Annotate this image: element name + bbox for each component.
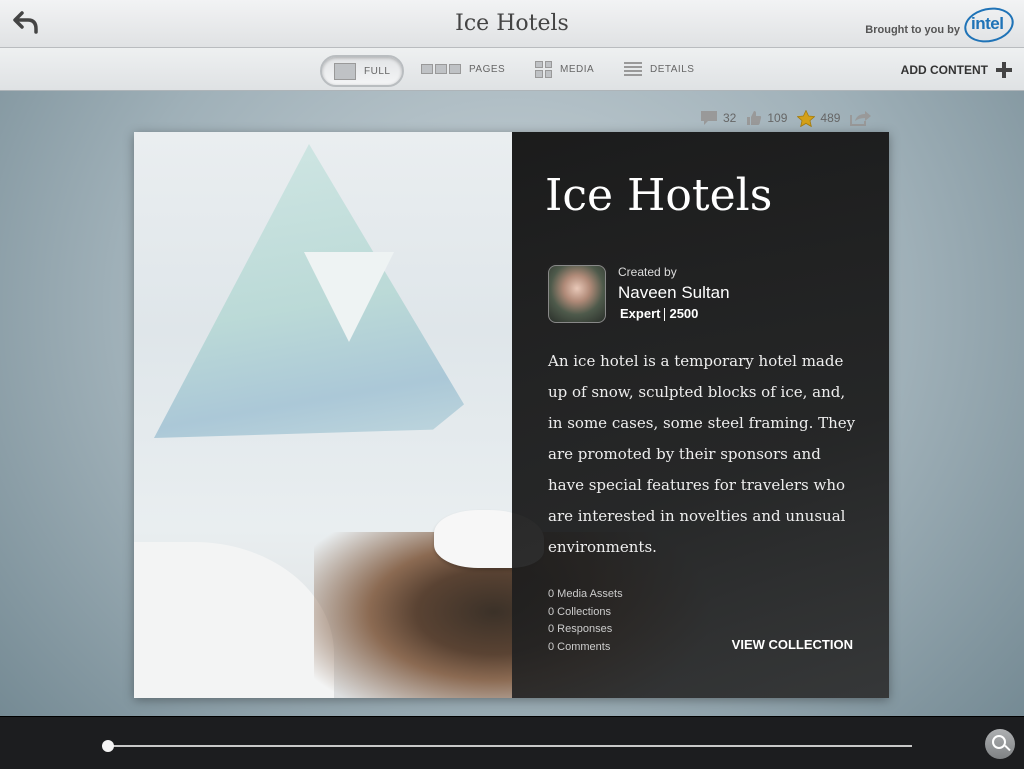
comments-stat[interactable]: 32 [700, 110, 736, 126]
avatar[interactable] [548, 265, 606, 323]
sponsor-text: Brought to you by [865, 24, 960, 36]
snow-mound [134, 542, 334, 698]
likes-stat[interactable]: 109 [746, 110, 787, 126]
collection-description: An ice hotel is a temporary hotel made u… [548, 352, 856, 556]
stars-stat[interactable]: 489 [797, 109, 841, 127]
collection-card: Ice Hotels Created by Naveen Sultan Expe… [134, 132, 889, 698]
responses-count: 0 Responses [548, 623, 613, 635]
brand-logo: intel [961, 3, 1017, 47]
search-button[interactable] [985, 729, 1015, 759]
stars-count: 489 [820, 111, 841, 125]
share-button[interactable] [850, 110, 877, 126]
plus-icon [996, 62, 1012, 78]
page-slider-thumb[interactable] [102, 740, 114, 752]
star-icon [797, 109, 816, 127]
comment-icon [701, 111, 717, 125]
brand-text: intel [971, 14, 1004, 33]
cover-photo[interactable] [134, 132, 714, 698]
collections-count: 0 Collections [548, 605, 611, 618]
add-content-button[interactable]: ADD CONTENT [901, 62, 1012, 78]
tab-pages-label: PAGES [469, 63, 506, 75]
media-assets-count: 0 Media Assets [548, 588, 623, 600]
comments-count-summary: 0 Comments [548, 640, 611, 653]
add-content-label: ADD CONTENT [900, 63, 988, 77]
tab-full[interactable]: FULL [320, 55, 405, 87]
tab-details[interactable]: DETAILS [624, 55, 694, 83]
tab-full-label: FULL [364, 65, 391, 77]
view-collection-button[interactable]: VIEW COLLECTION [732, 637, 853, 652]
likes-count: 109 [767, 111, 788, 125]
bottom-bar [0, 716, 1024, 769]
created-by-label: Created by [618, 265, 677, 279]
comments-count: 32 [723, 111, 737, 125]
stats-bar: 32 109 489 [700, 109, 887, 127]
share-icon [850, 111, 872, 126]
author-points: 2500 [669, 306, 699, 321]
ice-sculpture [154, 144, 464, 438]
tab-pages[interactable]: PAGES [421, 55, 505, 83]
tab-media-label: MEDIA [560, 63, 595, 75]
view-toolbar: FULL PAGES MEDIA DETAILS ADD CONTENT [0, 48, 1024, 91]
page-slider-track[interactable] [108, 745, 912, 747]
tab-media[interactable]: MEDIA [535, 55, 594, 83]
collection-counts: 0 Media Assets 0 Collections 0 Responses… [548, 586, 623, 656]
collection-title: Ice Hotels [545, 170, 773, 221]
rank-separator [664, 308, 666, 322]
media-view-icon [535, 60, 552, 78]
author-rank: Expert 2500 [620, 306, 699, 322]
pages-view-icon [421, 64, 461, 74]
thumbs-up-icon [747, 111, 762, 125]
tab-details-label: DETAILS [650, 63, 695, 75]
author-level: Expert [620, 306, 661, 321]
author-name[interactable]: Naveen Sultan [618, 283, 730, 303]
details-view-icon [624, 62, 642, 76]
info-panel: Ice Hotels Created by Naveen Sultan Expe… [512, 132, 889, 698]
top-bar: Ice Hotels Brought to you by intel [0, 0, 1024, 48]
full-view-icon [334, 62, 356, 80]
